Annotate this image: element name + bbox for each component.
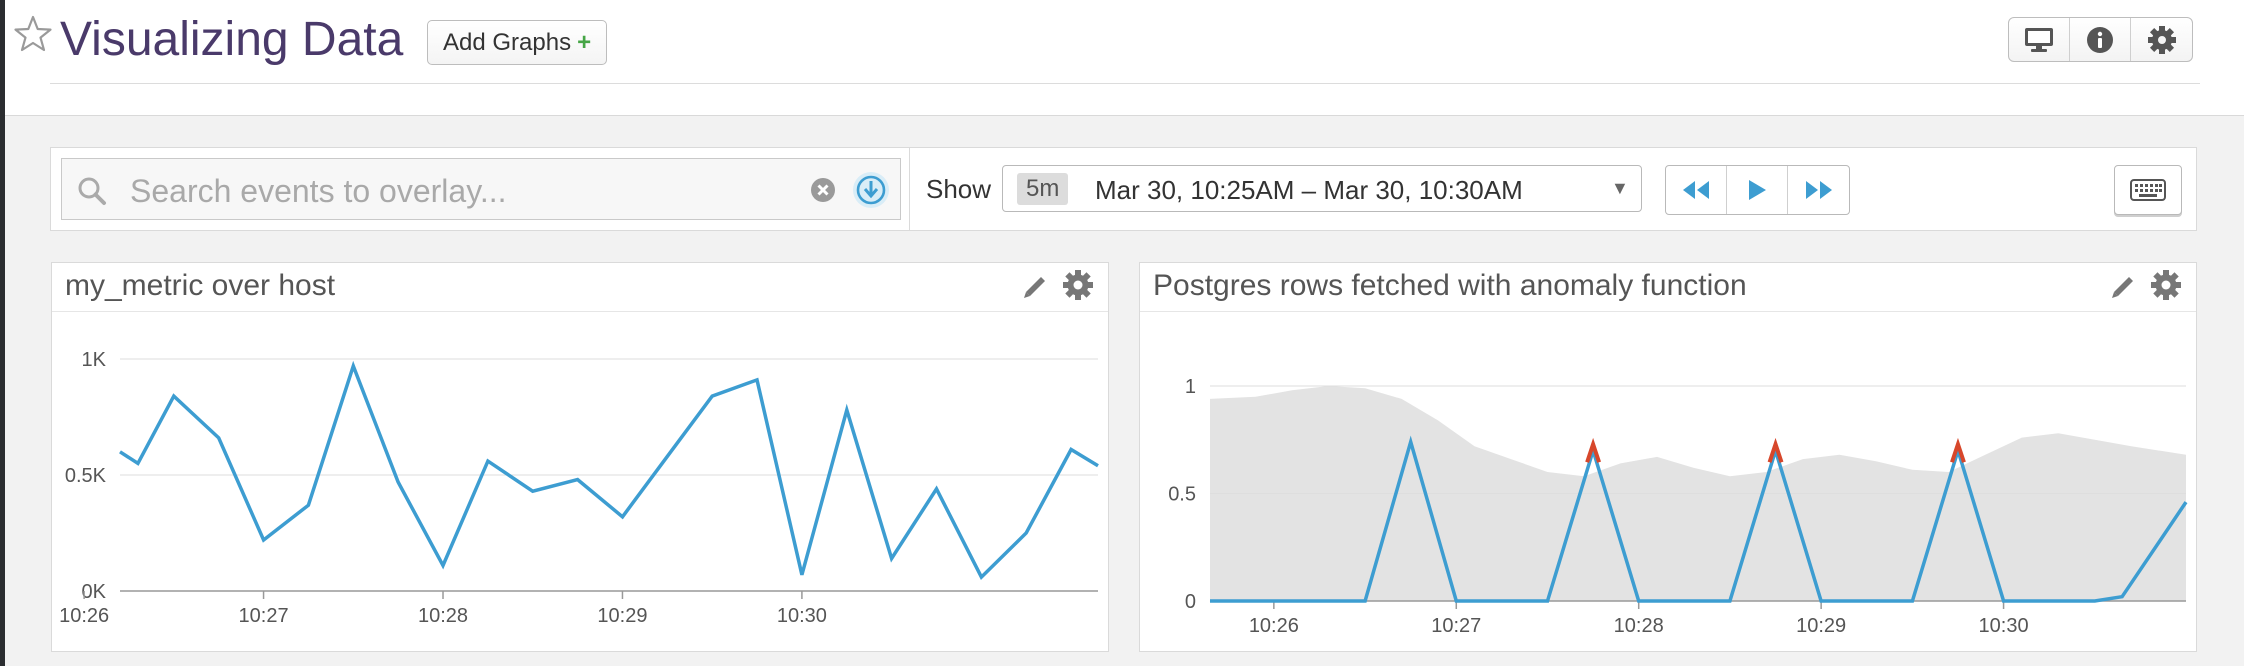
- search-icon: [78, 177, 106, 205]
- y-tick-label: 1K: [82, 349, 107, 371]
- gear-icon[interactable]: [1062, 269, 1094, 301]
- add-graphs-label: Add Graphs: [443, 29, 572, 56]
- y-tick-label: 0.5K: [65, 465, 107, 487]
- gear-icon: [2147, 25, 2176, 54]
- keyboard-icon: [2130, 179, 2166, 201]
- time-range-select[interactable]: 5m Mar 30, 10:25AM – Mar 30, 10:30AM ▼: [1002, 165, 1642, 212]
- x-tick-label: 10:27: [239, 605, 289, 627]
- time-navigation: [1665, 165, 1850, 215]
- graph-panel-my-metric: my_metric over host 1K 0.5K 0K 10:26 10:27 10…: [51, 262, 1109, 652]
- header-divider: [50, 83, 2200, 84]
- graph-panel-postgres-anomaly: Postgres rows fetched with anomaly funct…: [1139, 262, 2197, 652]
- x-tick-label: 10:26: [59, 605, 109, 627]
- x-tick-label: 10:29: [597, 605, 647, 627]
- dashboard-header: Visualizing Data Add Graphs +: [5, 0, 2244, 116]
- chevron-down-icon: ▼: [1611, 178, 1629, 198]
- pencil-icon[interactable]: [2108, 271, 2138, 301]
- download-icon[interactable]: [852, 171, 890, 209]
- x-tick-label: 10:30: [777, 605, 827, 627]
- event-search-input[interactable]: Search events to overlay...: [61, 158, 901, 220]
- gear-icon[interactable]: [2150, 269, 2182, 301]
- fast-forward-button[interactable]: [1788, 166, 1849, 214]
- rewind-icon: [1683, 181, 1709, 199]
- play-icon: [1749, 180, 1766, 200]
- panel-title: Postgres rows fetched with anomaly funct…: [1153, 269, 1747, 302]
- x-tick-label: 10:28: [418, 605, 468, 627]
- event-toolbar: Search events to overlay... Show 5m Mar …: [50, 147, 2197, 231]
- y-tick-label: 0: [1185, 591, 1196, 613]
- panel-title: my_metric over host: [65, 269, 336, 302]
- dashboard-actions: [2008, 17, 2193, 62]
- page-title: Visualizing Data: [60, 13, 404, 66]
- clear-icon[interactable]: [810, 177, 836, 203]
- pencil-icon[interactable]: [1020, 271, 1050, 301]
- x-tick-label: 10:26: [1249, 615, 1299, 637]
- info-button[interactable]: [2070, 18, 2131, 61]
- search-placeholder: Search events to overlay...: [130, 173, 507, 209]
- y-tick-label: 0K: [82, 581, 107, 603]
- time-span-pill: 5m: [1017, 173, 1069, 205]
- star-icon[interactable]: [13, 14, 53, 54]
- show-label: Show: [926, 174, 992, 204]
- play-button[interactable]: [1727, 166, 1788, 214]
- plus-icon: +: [577, 29, 592, 56]
- add-graphs-button[interactable]: Add Graphs +: [427, 20, 608, 65]
- x-tick-label: 10:27: [1431, 615, 1481, 637]
- x-tick-label: 10:29: [1796, 615, 1846, 637]
- monitor-icon: [2025, 27, 2053, 52]
- time-range-text: Mar 30, 10:25AM – Mar 30, 10:30AM: [1095, 175, 1523, 205]
- x-tick-label: 10:28: [1614, 615, 1664, 637]
- fast-forward-icon: [1805, 181, 1832, 199]
- settings-button[interactable]: [2131, 18, 2192, 61]
- tv-mode-button[interactable]: [2009, 18, 2070, 61]
- x-tick-label: 10:30: [1979, 615, 2029, 637]
- y-tick-label: 0.5: [1168, 484, 1196, 506]
- info-icon: [2087, 26, 2113, 53]
- series-line: [119, 360, 1099, 581]
- toolbar-divider: [909, 148, 910, 230]
- keyboard-shortcuts-button[interactable]: [2114, 165, 2182, 215]
- y-tick-label: 1: [1185, 376, 1196, 398]
- rewind-button[interactable]: [1666, 166, 1727, 214]
- my-metric-line-chart: 1K 0.5K 0K10:26 10:27 10:28 10:29 10:30: [59, 349, 1099, 627]
- postgres-anomaly-line-chart: 1 0.5 0 10:26 10:27 10:28 10:29 10:30: [1168, 376, 2188, 637]
